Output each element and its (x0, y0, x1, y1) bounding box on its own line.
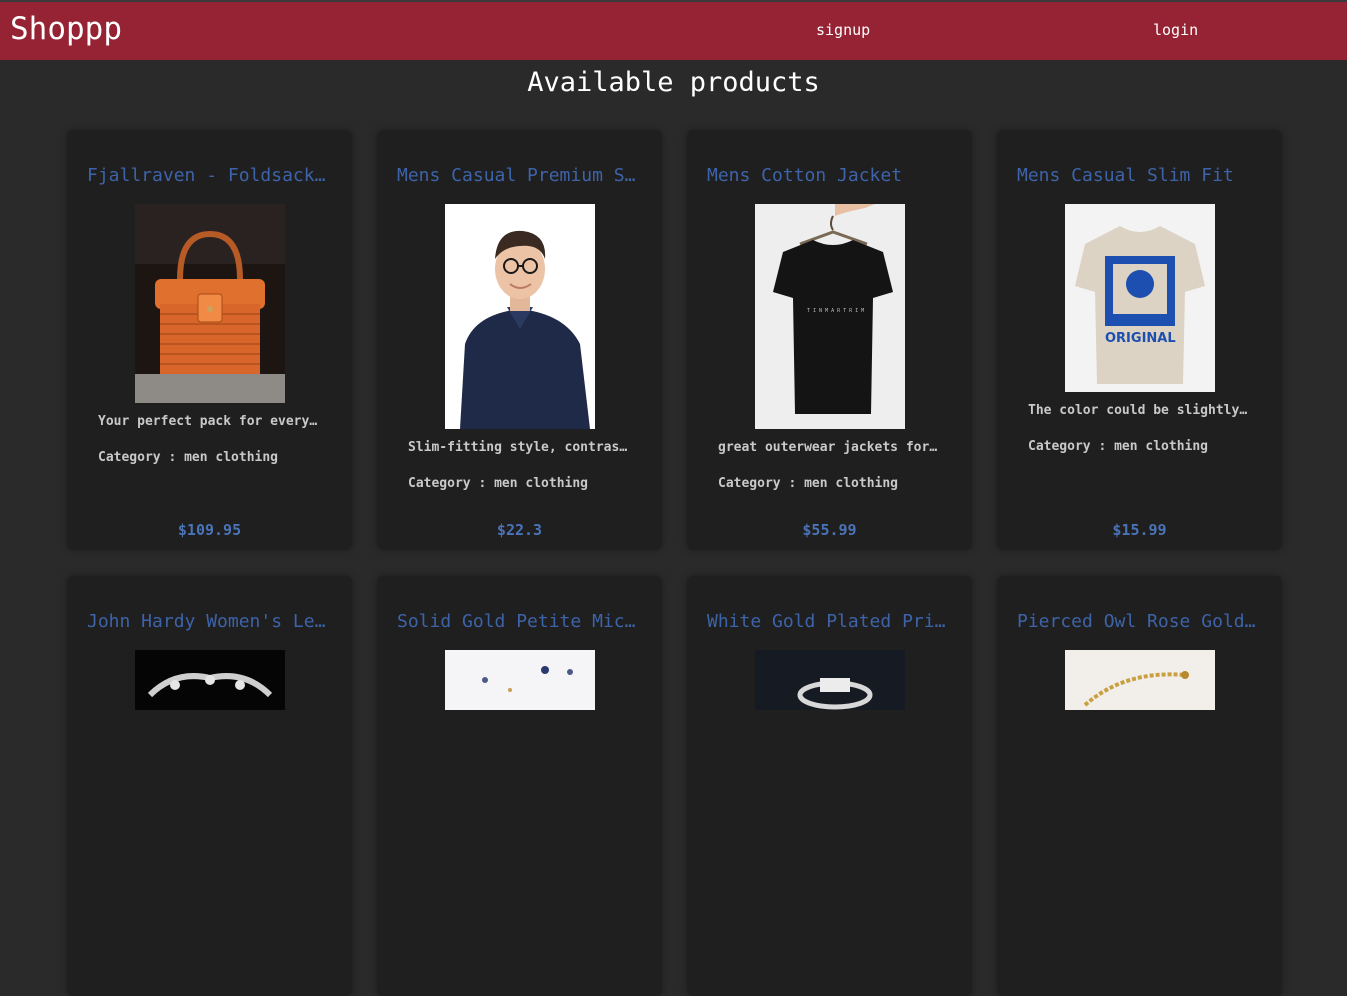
product-title[interactable]: White Gold Plated Princess (707, 611, 952, 632)
product-card[interactable]: Solid Gold Petite Micropave (377, 576, 662, 996)
product-description: Your perfect pack for everyday use (98, 414, 323, 429)
product-price: $15.99 (1112, 521, 1167, 539)
product-description: The color could be slightly different (1028, 403, 1253, 418)
product-card[interactable]: Mens Casual Premium Slim Fit T-Shirts Sl… (377, 130, 662, 550)
product-price: $109.95 (177, 521, 242, 539)
product-category: Category : men clothing (1028, 439, 1209, 454)
product-image-man-navy-shirt[interactable] (445, 204, 595, 429)
product-image-gold-jewelry[interactable] (445, 650, 595, 710)
product-card[interactable]: Mens Casual Slim Fit ORIGINAL The color … (997, 130, 1282, 550)
product-image-white-gold-ring[interactable] (755, 650, 905, 710)
product-title[interactable]: John Hardy Women's Legends Naga (87, 611, 332, 632)
product-category: Category : men clothing (408, 476, 589, 491)
product-title[interactable]: Pierced Owl Rose Gold Plated (1017, 611, 1262, 632)
product-price: $55.99 (802, 521, 857, 539)
product-image-rose-gold-chain[interactable] (1065, 650, 1215, 710)
product-card[interactable]: Fjallraven - Foldsack No. 1 Backpack You… (67, 130, 352, 550)
product-image-orange-handbag[interactable] (135, 204, 285, 403)
product-title[interactable]: Solid Gold Petite Micropave (397, 611, 642, 632)
signup-link[interactable]: signup (816, 21, 870, 39)
product-card[interactable]: John Hardy Women's Legends Naga (67, 576, 352, 996)
product-title[interactable]: Mens Casual Premium Slim Fit T-Shirts (397, 165, 642, 186)
product-title[interactable]: Mens Cotton Jacket (707, 165, 952, 186)
product-image-silver-bracelet[interactable] (135, 650, 285, 710)
product-image-black-tshirt-on-hanger[interactable]: T I N M A R T R I M (755, 204, 905, 429)
product-description: great outerwear jackets for Spring/Autum… (718, 440, 943, 455)
product-card[interactable]: White Gold Plated Princess (687, 576, 972, 996)
product-title[interactable]: Mens Casual Slim Fit (1017, 165, 1262, 186)
brand-logo[interactable]: Shoppp (10, 11, 122, 47)
product-card[interactable]: Mens Cotton Jacket T I N M A R T R I M g… (687, 130, 972, 550)
product-description: Slim-fitting style, contrast raglan long… (408, 440, 633, 455)
product-category: Category : men clothing (718, 476, 899, 491)
product-category: Category : men clothing (98, 450, 279, 465)
page-title: Available products (527, 67, 820, 98)
login-link[interactable]: login (1153, 21, 1198, 39)
product-card[interactable]: Pierced Owl Rose Gold Plated (997, 576, 1282, 996)
svg-text:ORIGINAL: ORIGINAL (1105, 331, 1176, 346)
navbar: Shoppp signup login (0, 2, 1347, 60)
product-image-beige-original-tshirt[interactable]: ORIGINAL (1065, 204, 1215, 392)
svg-text:T I N M A R T R I M: T I N M A R T R I M (807, 308, 864, 314)
product-title[interactable]: Fjallraven - Foldsack No. 1 Backpack (87, 165, 332, 186)
product-price: $22.3 (496, 521, 543, 539)
